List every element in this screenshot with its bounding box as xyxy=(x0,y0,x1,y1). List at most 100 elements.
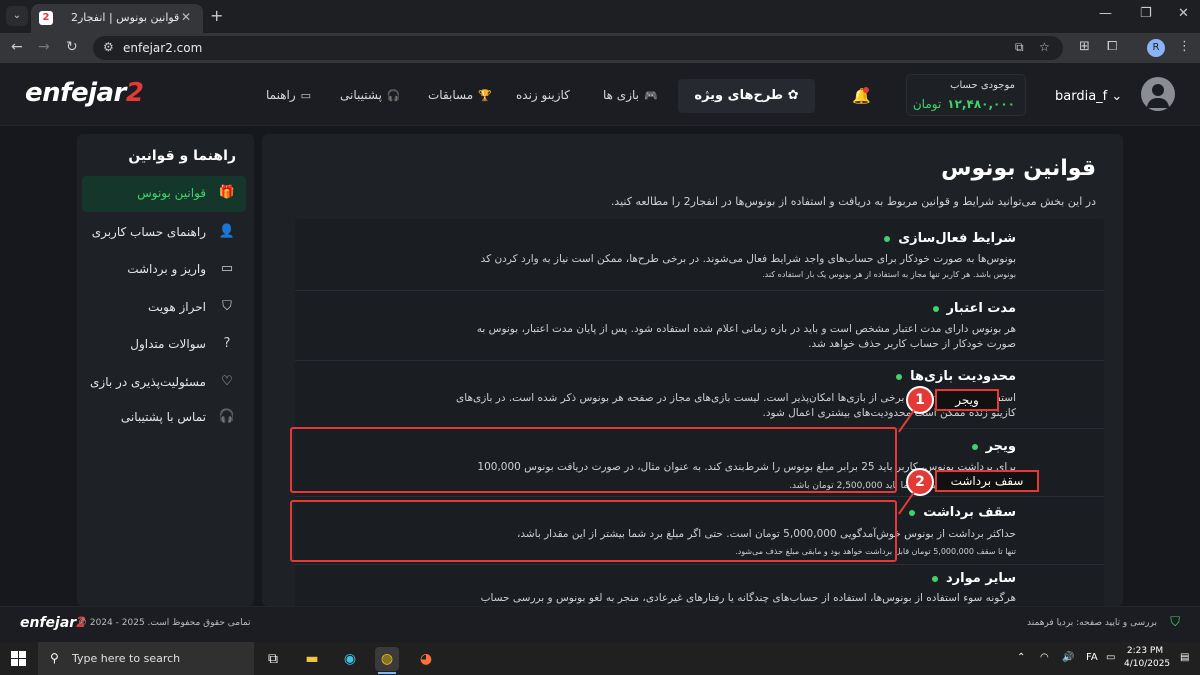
site-favicon-icon: 2 xyxy=(39,11,53,25)
keyboard-icon[interactable]: ▭ xyxy=(1106,652,1115,663)
rule-title: مدت اعتبار xyxy=(933,301,1016,316)
sidebar-item-deposit-withdraw[interactable]: ▭ واریز و برداشت xyxy=(82,252,246,288)
footer-logo[interactable]: enfejar2 xyxy=(20,615,86,631)
nav-live-casino[interactable]: کازینو زنده xyxy=(516,88,570,102)
nav-support[interactable]: 🎧پشتیبانی xyxy=(340,88,401,102)
trophy-icon: 🏆 xyxy=(478,89,492,102)
highlight-withdraw-cap-box xyxy=(290,500,897,562)
sidebar-item-responsible-gaming[interactable]: ♡ مسئولیت‌پذیری در بازی xyxy=(82,365,246,401)
minimize-icon[interactable]: — xyxy=(1099,6,1112,21)
windows-taskbar: ⚲ Type here to search ⧉ ▬ ◉ ◍ ◕ ⌃ ◠ 🔊 FA… xyxy=(0,642,1200,675)
rule-title: شرایط فعال‌سازی xyxy=(884,231,1016,246)
browser-tabbar: ⌄ 2 قوانین بونوس | انفجار2 ✕ + — ❐ ✕ xyxy=(0,0,1200,33)
sidebar-item-faq[interactable]: ? سوالات متداول xyxy=(82,327,246,363)
question-icon: ? xyxy=(223,336,231,351)
guide-icon: ▭ xyxy=(300,89,312,102)
back-icon[interactable]: ← xyxy=(11,39,23,55)
file-explorer-icon[interactable]: ▬ xyxy=(300,647,324,671)
forward-icon[interactable]: → xyxy=(38,39,50,55)
site-logo[interactable]: enfejar2 xyxy=(25,78,144,108)
headset-icon: 🎧 xyxy=(218,409,236,424)
search-icon: ⚲ xyxy=(50,651,59,665)
firefox-browser-icon[interactable]: ◕ xyxy=(414,647,438,671)
account-balance[interactable]: موجودی حساب ۱۲,۴۸۰,۰۰۰تومان xyxy=(906,74,1026,116)
profile-avatar-icon[interactable]: R xyxy=(1147,39,1165,57)
close-window-icon[interactable]: ✕ xyxy=(1178,6,1189,21)
heart-icon: ♡ xyxy=(221,374,233,389)
extensions-puzzle-icon[interactable]: ⧠ xyxy=(1107,39,1117,54)
site-info-icon[interactable]: ⚙ xyxy=(103,40,114,54)
shield-icon: ⛉ xyxy=(222,299,232,314)
card-icon: ▭ xyxy=(220,261,234,276)
highlight-wager-box xyxy=(290,427,897,493)
show-hidden-icons-chevron-icon[interactable]: ⌃ xyxy=(1017,652,1025,663)
chevron-down-icon: ⌄ xyxy=(1111,89,1123,104)
annotation-number-2: 2 xyxy=(906,468,934,496)
sidebar-title: راهنما و قوانین xyxy=(128,148,236,164)
sidebar-item-account-guide[interactable]: 👤 راهنمای حساب کاربری xyxy=(82,215,246,251)
gift-icon: ✿ xyxy=(783,88,799,103)
copyright-text: تمامی حقوق محفوظ است. 2025 - 2024 © xyxy=(78,618,251,628)
search-placeholder: Type here to search xyxy=(72,652,181,665)
special-plans-button[interactable]: ✿ طرح‌های ویژه xyxy=(678,79,815,113)
reload-icon[interactable]: ↻ xyxy=(66,39,78,55)
tab-search-button[interactable]: ⌄ xyxy=(6,6,28,26)
gamepad-icon: 🎮 xyxy=(643,89,658,102)
rule-title: محدودیت بازی‌ها xyxy=(896,369,1016,384)
rule-text-small: بونوس باشد. هر کاربر تنها مجاز به استفاد… xyxy=(762,270,1016,279)
edge-browser-icon[interactable]: ◉ xyxy=(338,647,362,671)
rule-title: سقف برداشت xyxy=(909,505,1016,520)
taskbar-search-box[interactable]: ⚲ Type here to search xyxy=(38,642,254,675)
user-avatar[interactable] xyxy=(1141,77,1175,111)
guide-sidebar: راهنما و قوانین 🎁 قوانین بونوس 👤 راهنمای… xyxy=(77,134,254,606)
notification-badge xyxy=(863,87,869,93)
address-bar[interactable]: ⚙ enfejar2.com ⧉ ☆ xyxy=(93,36,1063,60)
nav-competitions[interactable]: 🏆مسابقات xyxy=(428,88,492,102)
install-app-icon[interactable]: ⧉ xyxy=(1015,40,1024,55)
rule-text: هرگونه سوء استفاده از بونوس‌ها، استفاده … xyxy=(480,592,1016,604)
active-app-indicator xyxy=(378,672,396,674)
wifi-icon[interactable]: ◠ xyxy=(1040,652,1049,663)
balance-value: ۱۲,۴۸۰,۰۰۰تومان xyxy=(912,97,1015,111)
user-menu-button[interactable]: bardia_f ⌄ xyxy=(1055,89,1122,104)
sidebar-item-bonus-rules[interactable]: 🎁 قوانین بونوس xyxy=(82,176,246,212)
chrome-browser-icon[interactable]: ◍ xyxy=(375,647,399,671)
rule-text: بونوس‌ها به صورت خودکار برای حساب‌های وا… xyxy=(480,253,1016,265)
browser-menu-icon[interactable]: ⋮ xyxy=(1178,39,1191,54)
tab-close-icon[interactable]: ✕ xyxy=(181,10,191,24)
sidebar-item-verification[interactable]: ⛉ احراز هویت xyxy=(82,290,246,326)
windows-start-icon[interactable] xyxy=(11,651,26,666)
headset-icon: 🎧 xyxy=(386,89,401,102)
taskbar-clock[interactable]: 2:23 PM 4/10/2025 xyxy=(1124,645,1170,671)
user-icon: 👤 xyxy=(218,224,236,239)
new-tab-button[interactable]: + xyxy=(210,6,223,25)
annotation-number-1: 1 xyxy=(906,386,934,414)
gift-icon: 🎁 xyxy=(218,185,236,200)
site-header: enfejar2 ▭راهنما 🎧پشتیبانی 🏆مسابقات کازی… xyxy=(0,63,1200,126)
annotation-label-1: ویجر xyxy=(935,389,999,411)
notifications-icon[interactable]: ▤ xyxy=(1180,652,1189,663)
nav-games[interactable]: 🎮بازی ها xyxy=(603,88,658,102)
input-language[interactable]: FA xyxy=(1086,652,1098,663)
bookmark-star-icon[interactable]: ☆ xyxy=(1039,40,1050,54)
rule-section: شرایط فعال‌سازی بونوس‌ها به صورت خودکار … xyxy=(295,219,1104,291)
tab-title: قوانین بونوس | انفجار2 xyxy=(71,11,180,24)
restore-icon[interactable]: ❐ xyxy=(1140,6,1152,21)
annotation-label-2: سقف برداشت xyxy=(935,470,1039,492)
rule-text: هر بونوس دارای مدت اعتبار مشخص است و بای… xyxy=(476,323,1016,350)
balance-label: موجودی حساب xyxy=(950,80,1015,91)
browser-toolbar: ← → ↻ ⚙ enfejar2.com ⧉ ☆ ⊞ ⧠ R ⋮ xyxy=(0,33,1200,63)
extension-icon[interactable]: ⊞ xyxy=(1079,39,1090,54)
rule-title: ویجر xyxy=(972,439,1016,454)
page-description: در این بخش می‌توانید شرایط و قوانین مربو… xyxy=(610,195,1096,208)
site-footer: enfejar2 تمامی حقوق محفوظ است. 2025 - 20… xyxy=(0,606,1200,642)
volume-icon[interactable]: 🔊 xyxy=(1062,652,1074,663)
nav-guide[interactable]: ▭راهنما xyxy=(266,88,311,102)
task-view-icon[interactable]: ⧉ xyxy=(261,647,285,671)
rule-title: سایر موارد xyxy=(932,571,1016,586)
url-text: enfejar2.com xyxy=(123,41,203,55)
browser-tab-active[interactable]: 2 قوانین بونوس | انفجار2 ✕ xyxy=(31,4,203,33)
review-text: بررسی و تایید صفحه: بردیا فرهمند xyxy=(1027,618,1157,628)
shield-check-icon: ⛉ xyxy=(1170,615,1180,630)
sidebar-item-contact-support[interactable]: 🎧 تماس با پشتیبانی xyxy=(82,400,246,436)
